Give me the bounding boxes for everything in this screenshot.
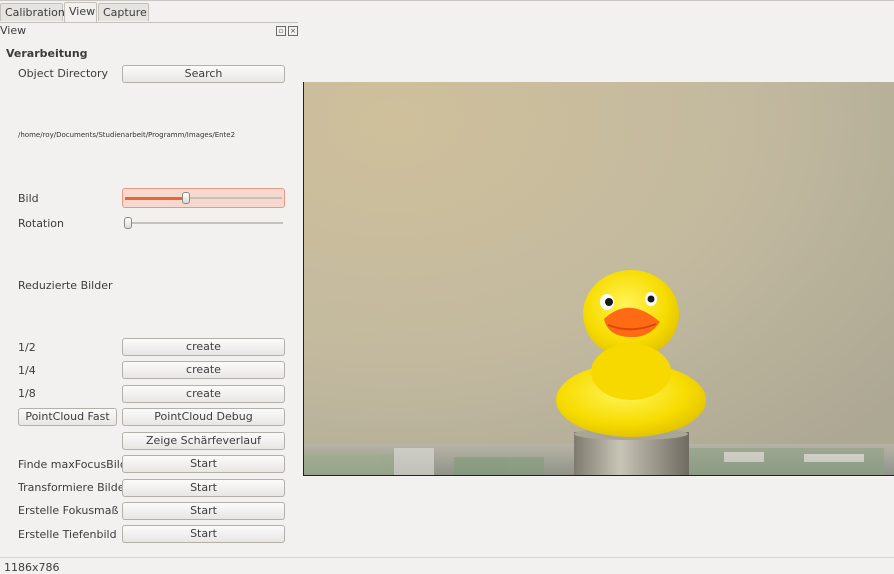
rubber-duck-photo — [304, 82, 894, 475]
tab-calibration[interactable]: Calibration — [0, 3, 65, 21]
transformiere-bilder-label: Transformiere Bilder — [18, 481, 130, 494]
dock-title: View — [0, 24, 27, 37]
finde-maxfocusbild-label: Finde maxFocusBild — [18, 458, 127, 471]
pointcloud-debug-button[interactable]: PointCloud Debug — [122, 408, 285, 426]
create-half-button[interactable]: create — [122, 338, 285, 356]
float-icon[interactable]: ▫ — [276, 26, 286, 36]
finde-maxfocusbild-button[interactable]: Start — [122, 455, 285, 473]
close-icon[interactable]: × — [288, 26, 298, 36]
object-directory-path: /home/roy/Documents/Studienarbeit/Progra… — [18, 131, 236, 139]
image-view — [303, 82, 894, 476]
reduce-quarter-label: 1/4 — [18, 364, 36, 377]
transformiere-bilder-button[interactable]: Start — [122, 479, 285, 497]
rotation-slider[interactable] — [122, 214, 285, 232]
zeige-schaerfeverlauf-button[interactable]: Zeige Schärfeverlauf — [122, 432, 285, 450]
erstelle-fokusmass-label: Erstelle Fokusmaß — [18, 504, 119, 517]
bild-slider-fill — [125, 197, 187, 200]
rotation-slider-track — [124, 222, 283, 224]
bild-slider[interactable] — [122, 188, 285, 208]
tab-view[interactable]: View — [64, 2, 97, 23]
rotation-label: Rotation — [18, 217, 65, 230]
rotation-slider-handle[interactable] — [124, 217, 132, 229]
bild-label: Bild — [18, 192, 39, 205]
search-button[interactable]: Search — [122, 65, 285, 83]
tab-capture[interactable]: Capture — [98, 3, 149, 21]
create-quarter-button[interactable]: create — [122, 361, 285, 379]
erstelle-tiefenbild-label: Erstelle Tiefenbild — [18, 528, 117, 541]
bild-slider-handle[interactable] — [182, 192, 191, 204]
reduce-eighth-label: 1/8 — [18, 387, 36, 400]
erstelle-tiefenbild-button[interactable]: Start — [122, 525, 285, 543]
reduzierte-bilder-label: Reduzierte Bilder — [18, 279, 113, 292]
tab-divider — [0, 22, 298, 23]
create-eighth-button[interactable]: create — [122, 385, 285, 403]
tab-bar: Calibration View Capture — [0, 0, 894, 23]
reduce-half-label: 1/2 — [18, 341, 36, 354]
status-bar: 1186x786 — [0, 557, 894, 574]
pointcloud-fast-button[interactable]: PointCloud Fast — [18, 408, 117, 426]
image-size-status: 1186x786 — [4, 561, 60, 574]
section-title: Verarbeitung — [6, 47, 88, 60]
object-directory-label: Object Directory — [18, 67, 109, 80]
erstelle-fokusmass-button[interactable]: Start — [122, 502, 285, 520]
